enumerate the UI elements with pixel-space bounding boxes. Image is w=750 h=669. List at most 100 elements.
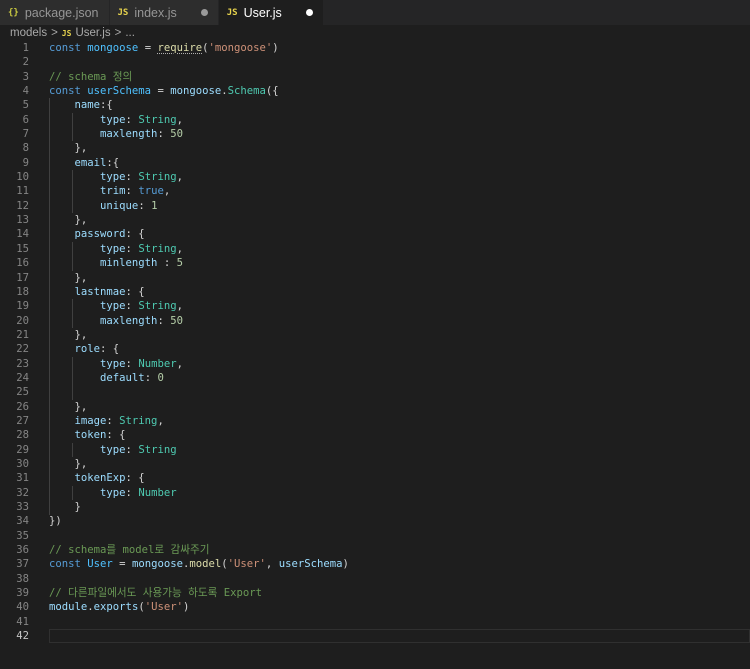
- code-token: },: [49, 328, 88, 341]
- code-token: },: [49, 214, 88, 227]
- breadcrumb-file[interactable]: User.js: [75, 27, 110, 39]
- code-token: :: [157, 257, 177, 270]
- code-text: // schema 정의: [49, 70, 132, 84]
- code-token: ,: [176, 357, 183, 370]
- code-line[interactable]: 21 },: [0, 328, 750, 342]
- code-line[interactable]: 29 type: String: [0, 443, 750, 457]
- code-line[interactable]: 32 type: Number: [0, 486, 750, 500]
- code-line[interactable]: 24 default: 0: [0, 371, 750, 385]
- code-line[interactable]: 6 type: String,: [0, 113, 750, 127]
- code-line[interactable]: 1 const mongoose = require('mongoose'): [0, 41, 750, 55]
- breadcrumb-folder[interactable]: models: [10, 27, 47, 39]
- code-token: String: [119, 414, 158, 427]
- code-text: email:{: [49, 156, 120, 170]
- code-line[interactable]: 9 email:{: [0, 156, 750, 170]
- code-line[interactable]: 34}): [0, 514, 750, 528]
- code-line[interactable]: 12 unique: 1: [0, 199, 750, 213]
- code-token: :: [125, 171, 139, 184]
- code-token: : {: [100, 343, 120, 356]
- code-line[interactable]: 19 type: String,: [0, 299, 750, 313]
- code-token: :: [125, 300, 139, 313]
- code-line[interactable]: 10 type: String,: [0, 170, 750, 184]
- code-token: 0: [157, 371, 164, 384]
- tab-user-js[interactable]: JS User.js: [218, 0, 324, 25]
- tab-package-json[interactable]: {} package.json: [0, 0, 110, 25]
- code-token: ,: [163, 185, 171, 198]
- code-line[interactable]: 18 lastnmae: {: [0, 285, 750, 299]
- code-token: ,: [176, 300, 183, 313]
- code-token: :: [125, 113, 139, 126]
- code-text: const mongoose = require('mongoose'): [49, 41, 279, 55]
- code-text: type: String,: [49, 299, 183, 313]
- code-text: },: [49, 213, 88, 227]
- code-text: type: String,: [49, 242, 183, 256]
- code-line[interactable]: 13 },: [0, 213, 750, 227]
- line-number: 30: [16, 457, 29, 470]
- line-number: 14: [16, 228, 29, 241]
- unsaved-dot-icon[interactable]: [200, 9, 208, 16]
- code-line[interactable]: 2: [0, 55, 750, 69]
- code-token: =: [112, 558, 132, 571]
- code-line[interactable]: 23 type: Number,: [0, 357, 750, 371]
- js-file-icon: JS: [61, 28, 72, 38]
- line-number: 35: [16, 529, 29, 542]
- line-number: 12: [16, 199, 29, 212]
- line-number: 11: [16, 185, 29, 198]
- breadcrumb-symbol[interactable]: ...: [125, 27, 135, 39]
- code-text: type: Number,: [49, 357, 183, 371]
- code-line[interactable]: 35: [0, 529, 750, 543]
- code-token: 'User': [144, 601, 183, 614]
- code-line[interactable]: 16 minlength : 5: [0, 256, 750, 270]
- code-line[interactable]: 11 trim: true,: [0, 184, 750, 198]
- code-line[interactable]: 17 },: [0, 271, 750, 285]
- code-line[interactable]: 39 // 다른파일에서도 사용가능 하도록 Export: [0, 586, 750, 600]
- code-token: },: [49, 400, 88, 413]
- code-line[interactable]: 38: [0, 572, 750, 586]
- code-token: userSchema: [278, 558, 343, 571]
- code-line[interactable]: 8 },: [0, 141, 750, 155]
- code-line[interactable]: 36 // schema를 model로 감싸주기: [0, 543, 750, 557]
- code-token: : {: [106, 429, 126, 442]
- code-text: image: String,: [49, 414, 164, 428]
- code-editor[interactable]: 1 const mongoose = require('mongoose') 2 3 /…: [0, 41, 750, 644]
- code-line[interactable]: 14 password: {: [0, 227, 750, 241]
- code-line[interactable]: 25: [0, 385, 750, 399]
- code-token: : {: [125, 472, 145, 485]
- code-line[interactable]: 26 },: [0, 400, 750, 414]
- code-line[interactable]: 28 token: {: [0, 428, 750, 442]
- code-token: const: [49, 85, 88, 98]
- code-token: 50: [170, 314, 183, 327]
- tab-index-js[interactable]: JS index.js: [109, 0, 219, 25]
- code-line[interactable]: 3 // schema 정의: [0, 70, 750, 84]
- code-line[interactable]: 33 }: [0, 500, 750, 514]
- code-line[interactable]: 31 tokenExp: {: [0, 471, 750, 485]
- code-line[interactable]: 41: [0, 615, 750, 629]
- unsaved-dot-icon[interactable]: [305, 9, 313, 16]
- code-line[interactable]: 27 image: String,: [0, 414, 750, 428]
- code-token: =: [151, 85, 171, 98]
- indent-guide: [49, 98, 50, 515]
- line-number: 10: [16, 171, 29, 184]
- js-file-icon: JS: [226, 7, 238, 18]
- line-number: 15: [16, 242, 29, 255]
- code-line[interactable]: 30 },: [0, 457, 750, 471]
- code-line[interactable]: 20 maxlength: 50: [0, 314, 750, 328]
- line-number: 18: [16, 285, 29, 298]
- code-line[interactable]: 5 name:{: [0, 98, 750, 112]
- code-text: maxlength: 50: [49, 314, 183, 328]
- code-line[interactable]: 15 type: String,: [0, 242, 750, 256]
- code-line[interactable]: 22 role: {: [0, 342, 750, 356]
- code-line[interactable]: 37 const User = mongoose.model('User', us…: [0, 557, 750, 571]
- code-line[interactable]: 7 maxlength: 50: [0, 127, 750, 141]
- line-number: 16: [16, 257, 29, 270]
- code-text: },: [49, 400, 88, 414]
- code-line[interactable]: 40 module.exports('User'): [0, 600, 750, 614]
- line-number: 42: [16, 630, 29, 643]
- code-text: type: String,: [49, 170, 183, 184]
- json-file-icon: {}: [8, 7, 19, 18]
- code-line[interactable]: 4 const userSchema = mongoose.Schema({: [0, 84, 750, 98]
- indent-guide: [72, 485, 73, 501]
